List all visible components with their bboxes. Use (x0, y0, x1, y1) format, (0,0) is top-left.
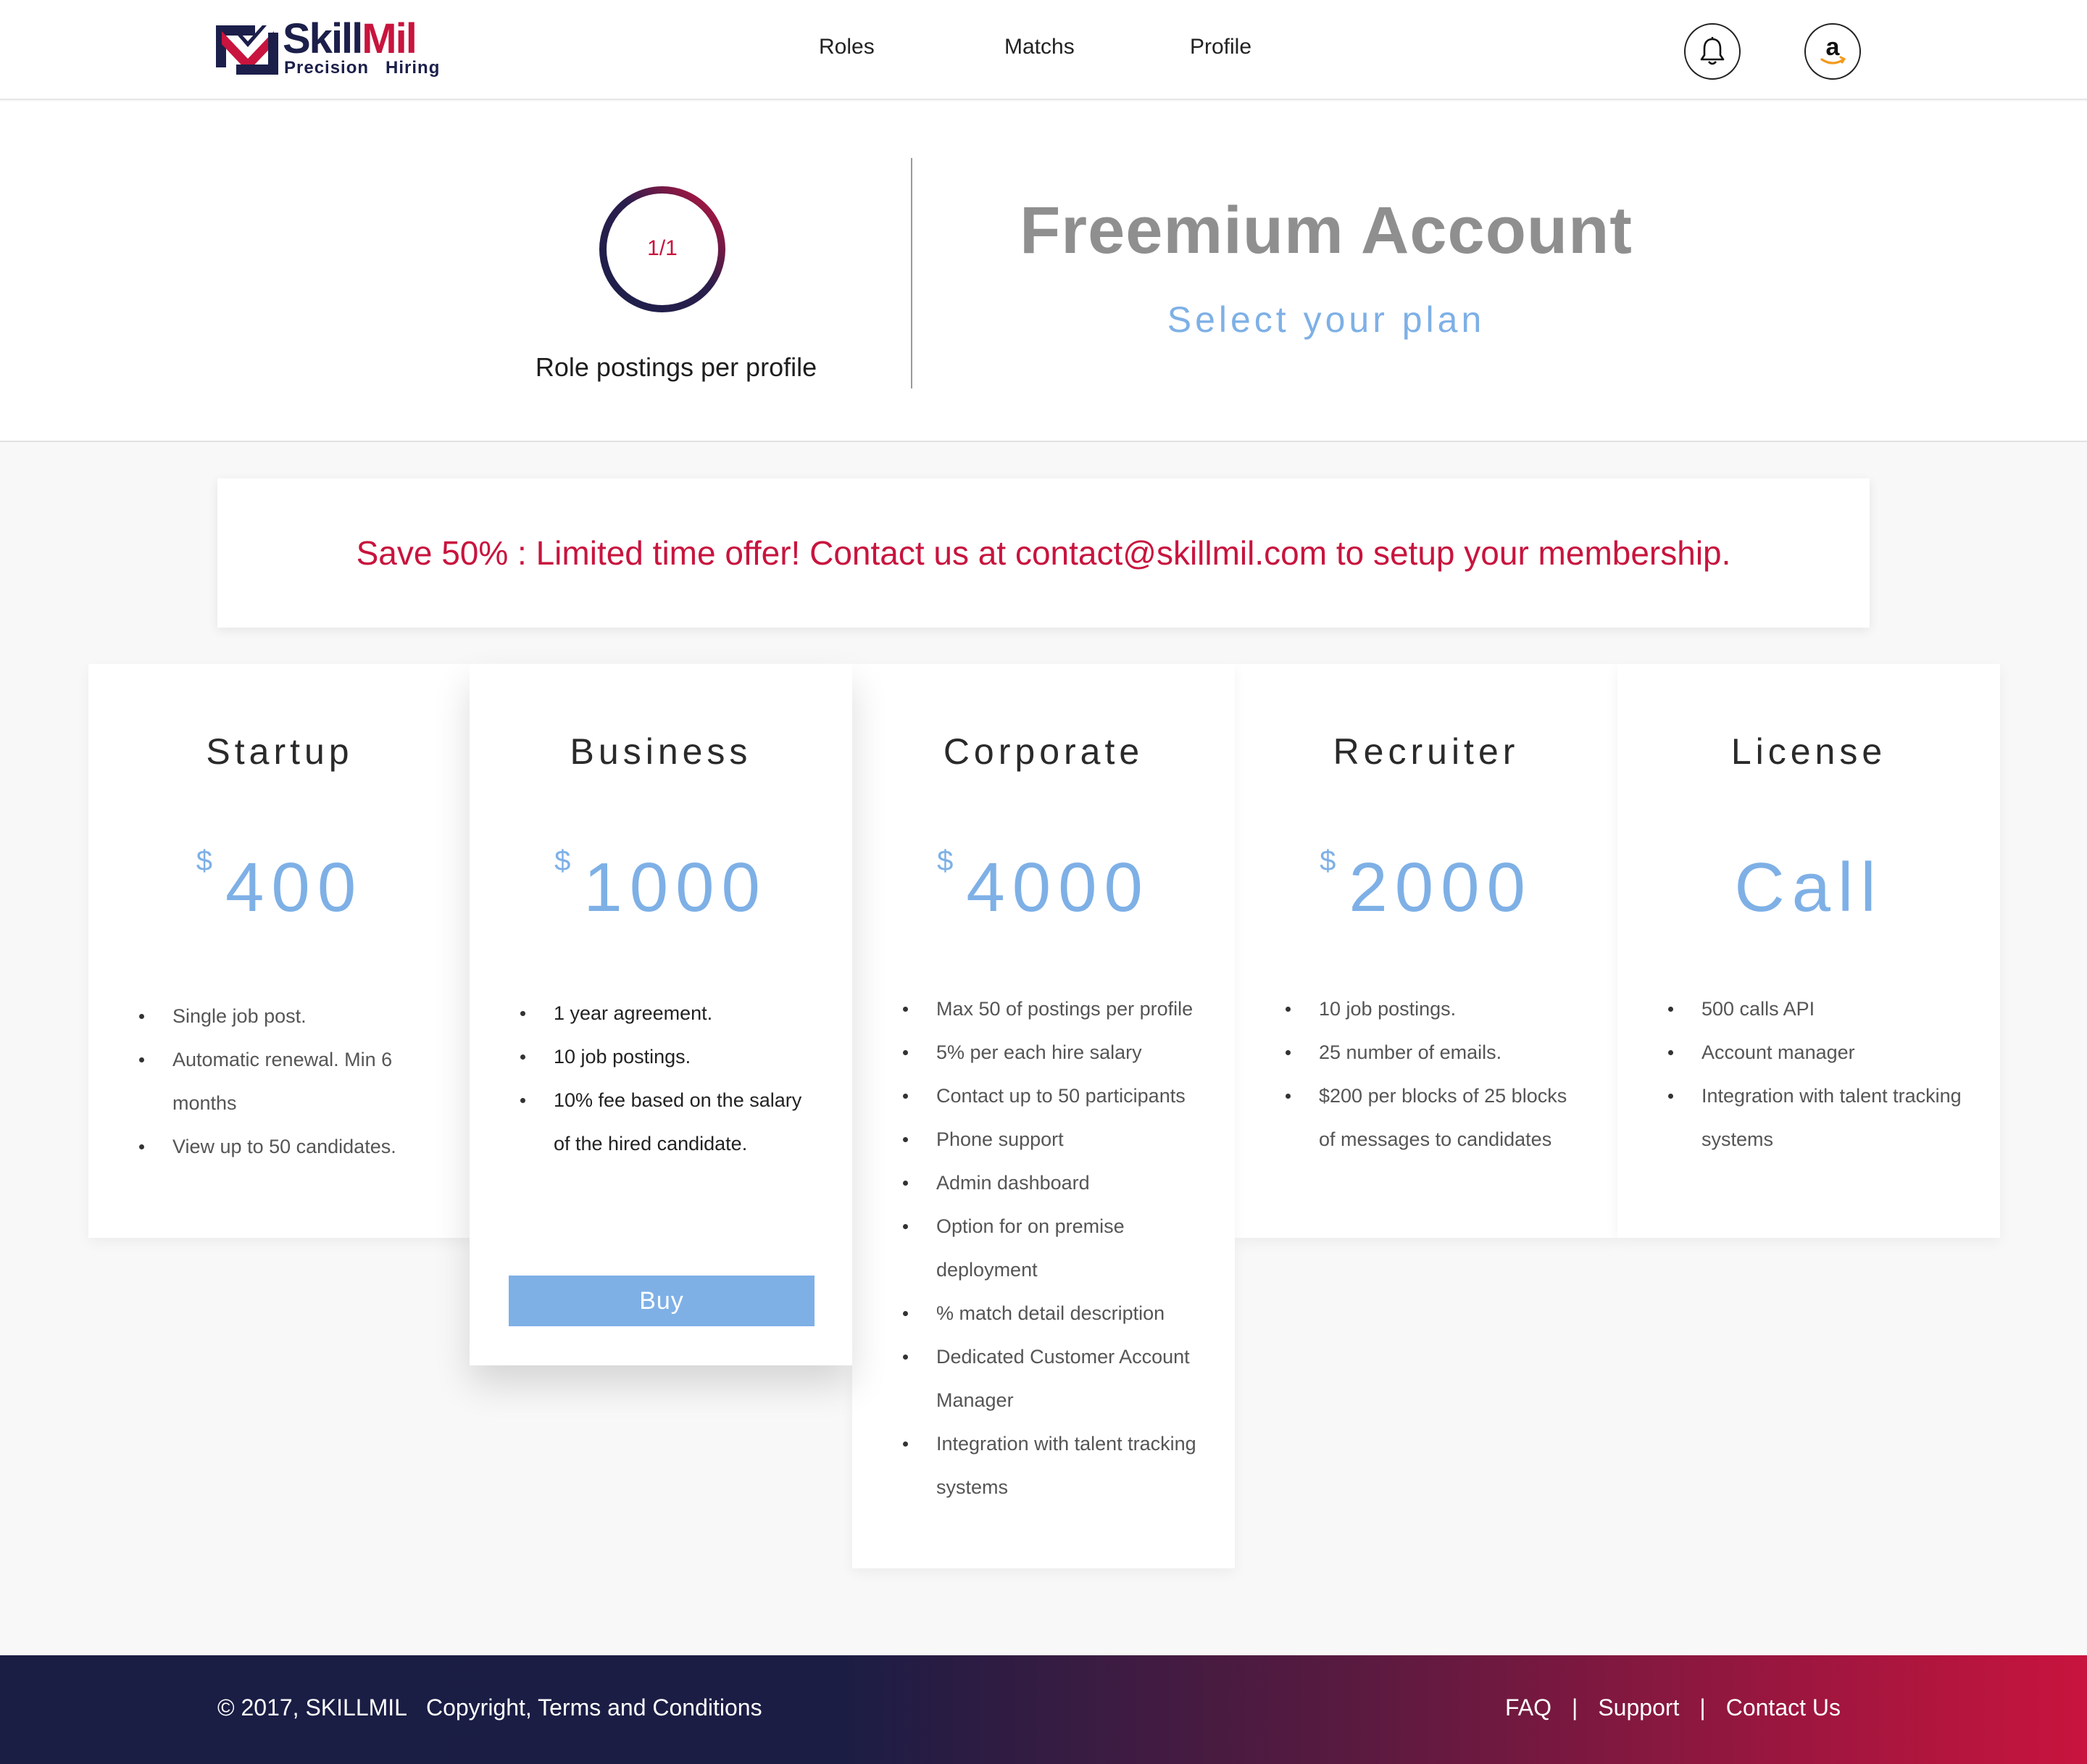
footer-separator: | (1699, 1694, 1706, 1721)
price-amount: 400 (225, 849, 364, 926)
feature-item: Dedicated Customer Account Manager (903, 1335, 1206, 1422)
postings-counter: 1/1 (647, 236, 678, 260)
feature-item: Integration with talent tracking systems (1668, 1074, 1971, 1161)
price-amount: 2000 (1349, 849, 1533, 926)
select-plan-subtitle: Select your plan (1167, 299, 1486, 340)
bell-icon (1700, 37, 1725, 65)
top-navbar: SkillMil Precision Hiring Roles Matchs P… (0, 0, 2087, 100)
feature-item: 1 year agreement. (520, 991, 823, 1035)
price-amount: 4000 (966, 849, 1150, 926)
copyright-text: © 2017, SKILLMIL (217, 1694, 407, 1721)
plan-features: Single job post. Automatic renewal. Min … (139, 994, 442, 1168)
feature-item: % match detail description (903, 1291, 1206, 1335)
notifications-button[interactable] (1684, 23, 1741, 80)
terms-link[interactable]: Copyright, Terms and Conditions (426, 1694, 762, 1721)
currency-symbol: $ (937, 845, 954, 877)
plan-price: $4000 (852, 845, 1235, 928)
feature-item: 25 number of emails. (1286, 1031, 1588, 1074)
plan-price: $2000 (1235, 845, 1617, 928)
feature-item: Automatic renewal. Min 6 months (139, 1038, 442, 1125)
nav-profile-link[interactable]: Profile (1190, 35, 1251, 59)
plan-name: License (1730, 731, 1887, 772)
plan-features: Max 50 of postings per profile 5% per ea… (903, 987, 1206, 1509)
plan-card-license: License Call 500 calls API Account manag… (1617, 664, 2000, 1238)
logo-wordmark: SkillMil (283, 15, 417, 62)
svg-text:a: a (1826, 33, 1841, 61)
logo-tagline: Precision Hiring (284, 58, 441, 78)
promo-text: Save 50% : Limited time offer! Contact u… (356, 534, 1731, 572)
feature-item: Integration with talent tracking systems (903, 1422, 1206, 1509)
feature-item: Admin dashboard (903, 1161, 1206, 1205)
faq-link[interactable]: FAQ (1505, 1694, 1551, 1721)
nav-matchs-link[interactable]: Matchs (1004, 35, 1075, 59)
price-amount: 1000 (583, 849, 767, 926)
feature-item: Option for on premise deployment (903, 1205, 1206, 1291)
plan-name: Corporate (943, 731, 1144, 772)
plan-features: 10 job postings. 25 number of emails. $2… (1286, 987, 1588, 1161)
plan-price: $1000 (470, 845, 852, 928)
account-title: Freemium Account (1020, 194, 1633, 267)
buy-button[interactable]: Buy (509, 1276, 815, 1326)
feature-item: $200 per blocks of 25 blocks of messages… (1286, 1074, 1588, 1161)
feature-item: View up to 50 candidates. (139, 1125, 442, 1168)
logo-mark-icon (216, 25, 278, 75)
feature-item: 500 calls API (1668, 987, 1971, 1031)
plan-name: Startup (206, 731, 354, 772)
currency-symbol: $ (196, 845, 213, 877)
plan-name: Business (570, 731, 752, 772)
skillmil-logo[interactable]: SkillMil Precision Hiring (216, 16, 439, 80)
user-avatar-button[interactable]: a (1804, 23, 1861, 80)
plan-card-recruiter: Recruiter $2000 10 job postings. 25 numb… (1235, 664, 1617, 1238)
contact-us-link[interactable]: Contact Us (1726, 1694, 1841, 1721)
feature-item: 10 job postings. (1286, 987, 1588, 1031)
plan-card-business: Business $1000 1 year agreement. 10 job … (470, 664, 852, 1365)
feature-item: Account manager (1668, 1031, 1971, 1074)
feature-item: 10% fee based on the salary of the hired… (520, 1078, 823, 1165)
page-footer: © 2017, SKILLMIL Copyright, Terms and Co… (0, 1655, 2087, 1764)
support-link[interactable]: Support (1598, 1694, 1679, 1721)
plan-price: $400 (88, 845, 471, 928)
plan-card-startup: Startup $400 Single job post. Automatic … (88, 664, 471, 1238)
currency-symbol: $ (1320, 845, 1336, 877)
price-amount: Call (1734, 849, 1883, 926)
feature-item: Contact up to 50 participants (903, 1074, 1206, 1118)
plan-card-corporate: Corporate $4000 Max 50 of postings per p… (852, 664, 1235, 1568)
amazon-logo-icon: a (1820, 33, 1846, 65)
vertical-divider (911, 158, 912, 388)
plan-price: Call (1617, 848, 2000, 928)
feature-item: Max 50 of postings per profile (903, 987, 1206, 1031)
promo-banner: Save 50% : Limited time offer! Contact u… (217, 478, 1870, 628)
currency-symbol: $ (554, 845, 571, 877)
plan-features: 1 year agreement. 10 job postings. 10% f… (520, 991, 823, 1165)
plan-name: Recruiter (1333, 731, 1520, 772)
feature-item: Phone support (903, 1118, 1206, 1161)
feature-item: 5% per each hire salary (903, 1031, 1206, 1074)
footer-separator: | (1572, 1694, 1578, 1721)
postings-label: Role postings per profile (535, 352, 817, 382)
plan-features: 500 calls API Account manager Integratio… (1668, 987, 1971, 1161)
feature-item: 10 job postings. (520, 1035, 823, 1078)
nav-roles-link[interactable]: Roles (819, 35, 875, 59)
account-summary: 1/1 Role postings per profile Freemium A… (0, 101, 2087, 442)
feature-item: Single job post. (139, 994, 442, 1038)
